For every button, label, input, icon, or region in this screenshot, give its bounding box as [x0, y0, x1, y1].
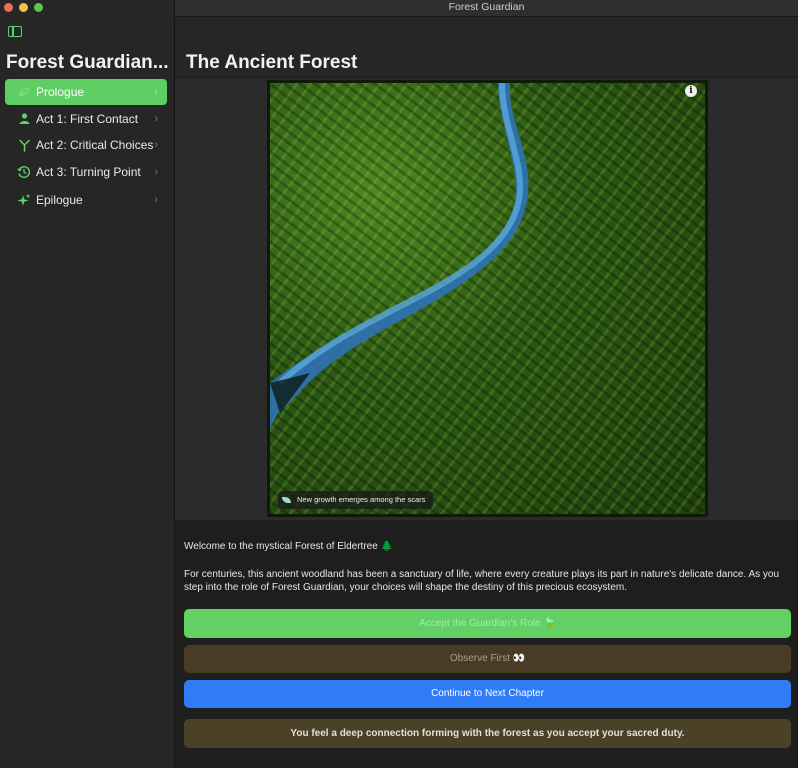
chevron-right-icon: ›	[154, 139, 158, 151]
sidebar-item-act-1[interactable]: Act 1: First Contact ›	[5, 106, 167, 132]
forest-aerial-image: i New growth emerges among the scars	[267, 80, 708, 517]
sidebar-item-label: Prologue	[36, 85, 85, 99]
body-text: For centuries, this ancient woodland has…	[184, 569, 780, 593]
branch-icon	[16, 137, 32, 153]
story-text: Welcome to the mystical Forest of Eldert…	[184, 540, 790, 594]
sidebar-item-act-3[interactable]: Act 3: Turning Point ›	[5, 159, 167, 185]
history-clock-icon	[16, 164, 32, 180]
minimize-window-button[interactable]	[19, 3, 28, 12]
close-window-button[interactable]	[4, 3, 13, 12]
status-message: You feel a deep connection forming with …	[184, 719, 791, 748]
chevron-right-icon: ›	[154, 193, 158, 206]
person-icon	[16, 111, 32, 127]
chevron-right-icon: ›	[154, 112, 158, 125]
welcome-text: Welcome to the mystical Forest of Eldert…	[184, 541, 394, 552]
accept-role-button[interactable]: Accept the Guardian's Role 🍃	[184, 609, 791, 638]
sidebar-item-label: Act 2: Critical Choices	[36, 138, 154, 152]
sidebar-item-label: Act 3: Turning Point	[36, 164, 141, 179]
zoom-window-button[interactable]	[34, 3, 43, 12]
sidebar-toggle-icon[interactable]	[8, 26, 22, 37]
sparkles-icon	[16, 192, 32, 208]
window-title: Forest Guardian	[175, 0, 798, 17]
sidebar: Forest Guardian... Prologue › Act 1: Fir…	[0, 0, 175, 768]
window-controls	[4, 3, 43, 12]
image-caption-text: New growth emerges among the scars	[297, 495, 426, 504]
chevron-right-icon: ›	[154, 86, 158, 98]
app-window: Forest Guardian... Prologue › Act 1: Fir…	[0, 0, 798, 768]
sidebar-title: Forest Guardian...	[6, 52, 169, 73]
sidebar-item-label: Epilogue	[36, 192, 83, 207]
observe-first-button[interactable]: Observe First 👀	[184, 645, 791, 673]
sidebar-item-epilogue[interactable]: Epilogue ›	[5, 187, 167, 213]
sidebar-item-label: Act 1: First Contact	[36, 111, 139, 126]
leaf-icon	[16, 84, 32, 100]
chapter-list: Prologue › Act 1: First Contact › Act 2:…	[5, 79, 167, 213]
leaf-icon	[282, 497, 291, 503]
info-icon[interactable]: i	[685, 85, 697, 97]
image-caption: New growth emerges among the scars	[278, 491, 434, 509]
continue-next-chapter-button[interactable]: Continue to Next Chapter	[184, 680, 791, 708]
sidebar-item-prologue[interactable]: Prologue ›	[5, 79, 167, 105]
sidebar-item-act-2[interactable]: Act 2: Critical Choices ›	[5, 132, 167, 158]
river-illustration	[270, 83, 529, 514]
page-title: The Ancient Forest	[186, 52, 358, 73]
chevron-right-icon: ›	[154, 165, 158, 178]
